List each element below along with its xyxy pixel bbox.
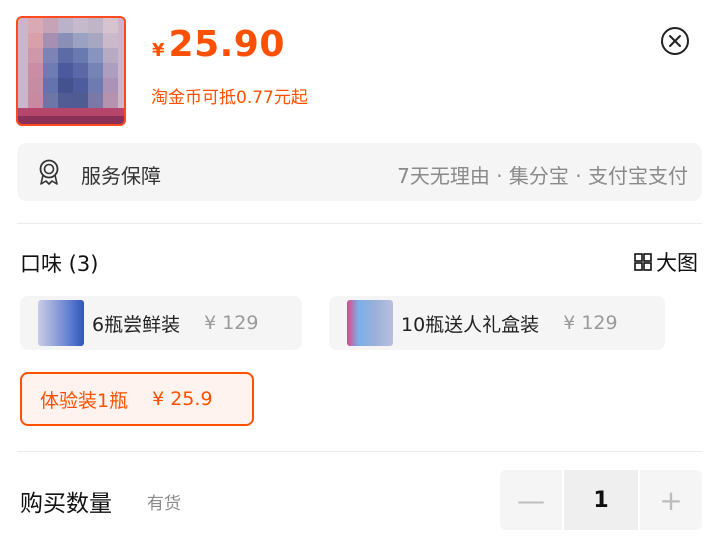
option-price: ¥ 129 bbox=[563, 312, 618, 334]
price-row: ¥ 25.90 bbox=[152, 24, 285, 65]
decrement-button[interactable]: — bbox=[500, 470, 562, 530]
big-picture-label: 大图 bbox=[656, 251, 698, 275]
option-name: 6瓶尝鲜装 bbox=[92, 313, 181, 336]
stock-status: 有货 bbox=[147, 494, 181, 514]
flavor-option-10-bottle-gift[interactable]: 10瓶送人礼盒装 ¥ 129 bbox=[329, 296, 665, 350]
option-price: ¥ 129 bbox=[204, 312, 259, 334]
grid-icon bbox=[634, 253, 652, 271]
currency-symbol: ¥ bbox=[152, 40, 165, 61]
big-picture-toggle[interactable]: 大图 bbox=[634, 247, 698, 277]
flavor-option-6-bottle[interactable]: 6瓶尝鲜装 ¥ 129 bbox=[20, 296, 302, 350]
close-button[interactable] bbox=[661, 27, 689, 55]
quantity-stepper: — 1 + bbox=[500, 470, 702, 530]
flavor-title: 口味 (3) bbox=[20, 252, 99, 276]
increment-button[interactable]: + bbox=[640, 470, 702, 530]
product-thumbnail[interactable] bbox=[16, 16, 126, 126]
option-name: 体验装1瓶 bbox=[40, 389, 129, 412]
divider bbox=[17, 451, 702, 452]
badge-icon bbox=[39, 159, 59, 185]
service-label: 服务保障 bbox=[81, 164, 161, 188]
quantity-value[interactable]: 1 bbox=[564, 470, 638, 530]
option-name: 10瓶送人礼盒装 bbox=[401, 313, 540, 336]
product-price: 25.90 bbox=[168, 24, 285, 65]
product-image bbox=[18, 18, 124, 124]
service-detail: 7天无理由 · 集分宝 · 支付宝支付 bbox=[397, 164, 688, 188]
option-thumbnail bbox=[38, 300, 84, 346]
close-icon bbox=[669, 35, 681, 47]
flavor-option-trial-1-bottle[interactable]: 体验装1瓶 ¥ 25.9 bbox=[20, 372, 254, 426]
divider bbox=[17, 223, 702, 224]
service-guarantee-bar[interactable]: 服务保障 7天无理由 · 集分宝 · 支付宝支付 bbox=[17, 143, 702, 201]
coin-offer-text: 淘金币可抵0.77元起 bbox=[151, 88, 308, 108]
quantity-label: 购买数量 bbox=[20, 491, 112, 517]
option-thumbnail bbox=[347, 300, 393, 346]
option-price: ¥ 25.9 bbox=[152, 388, 213, 410]
